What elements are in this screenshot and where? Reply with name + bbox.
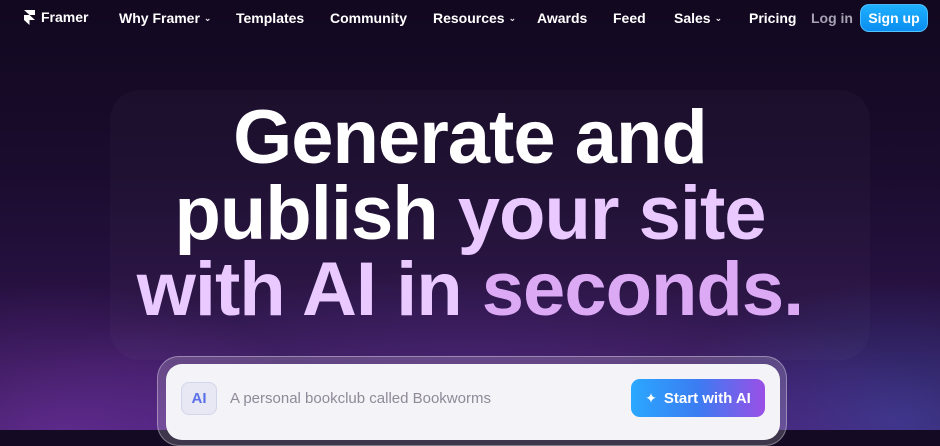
nav-resources[interactable]: Resources ⌄ [433,10,516,26]
nav-label: Resources [433,10,505,26]
nav-feed[interactable]: Feed [613,10,646,26]
signup-button[interactable]: Sign up [860,4,928,32]
sparkle-icon: ✦ [645,390,657,406]
nav-why-framer[interactable]: Why Framer ⌄ [119,10,211,26]
headline-accent: your site [457,171,767,256]
start-with-ai-button[interactable]: ✦ Start with AI [631,379,765,417]
top-navigation: Framer Why Framer ⌄ Templates Community … [0,0,940,36]
nav-label: Community [330,10,407,26]
chevron-down-icon: ⌄ [203,13,212,23]
chevron-down-icon: ⌄ [714,13,723,23]
nav-awards[interactable]: Awards [537,10,587,26]
nav-pricing[interactable]: Pricing [749,10,796,26]
framer-logo-icon [24,9,35,25]
headline-accent: seconds. [481,247,804,332]
nav-label: Why Framer [119,10,200,26]
headline-line-3: with AI in seconds. [0,252,940,328]
nav-label: Pricing [749,10,797,26]
ai-badge-icon: AI [181,382,217,415]
chevron-down-icon: ⌄ [508,13,517,23]
headline-accent: AI in [302,247,482,332]
nav-templates[interactable]: Templates [236,10,304,26]
nav-label: Feed [613,10,646,26]
start-button-label: Start with AI [663,389,751,407]
nav-sales[interactable]: Sales ⌄ [674,10,722,26]
headline-line-2: publish your site [0,176,940,252]
nav-community[interactable]: Community [330,10,407,26]
brand-name: Framer [41,9,89,25]
prompt-input[interactable]: A personal bookclub called Bookworms [230,390,491,407]
nav-label: Templates [236,10,305,26]
login-link[interactable]: Log in [811,10,853,26]
headline-word: publish [174,171,458,256]
headline-word: with [136,247,302,332]
nav-label: Awards [537,10,588,26]
framer-logo[interactable]: Framer [24,9,88,25]
headline-line-1: Generate and [233,95,708,180]
nav-label: Sales [674,10,711,26]
hero-headline: Generate and publish your site with AI i… [0,100,940,328]
